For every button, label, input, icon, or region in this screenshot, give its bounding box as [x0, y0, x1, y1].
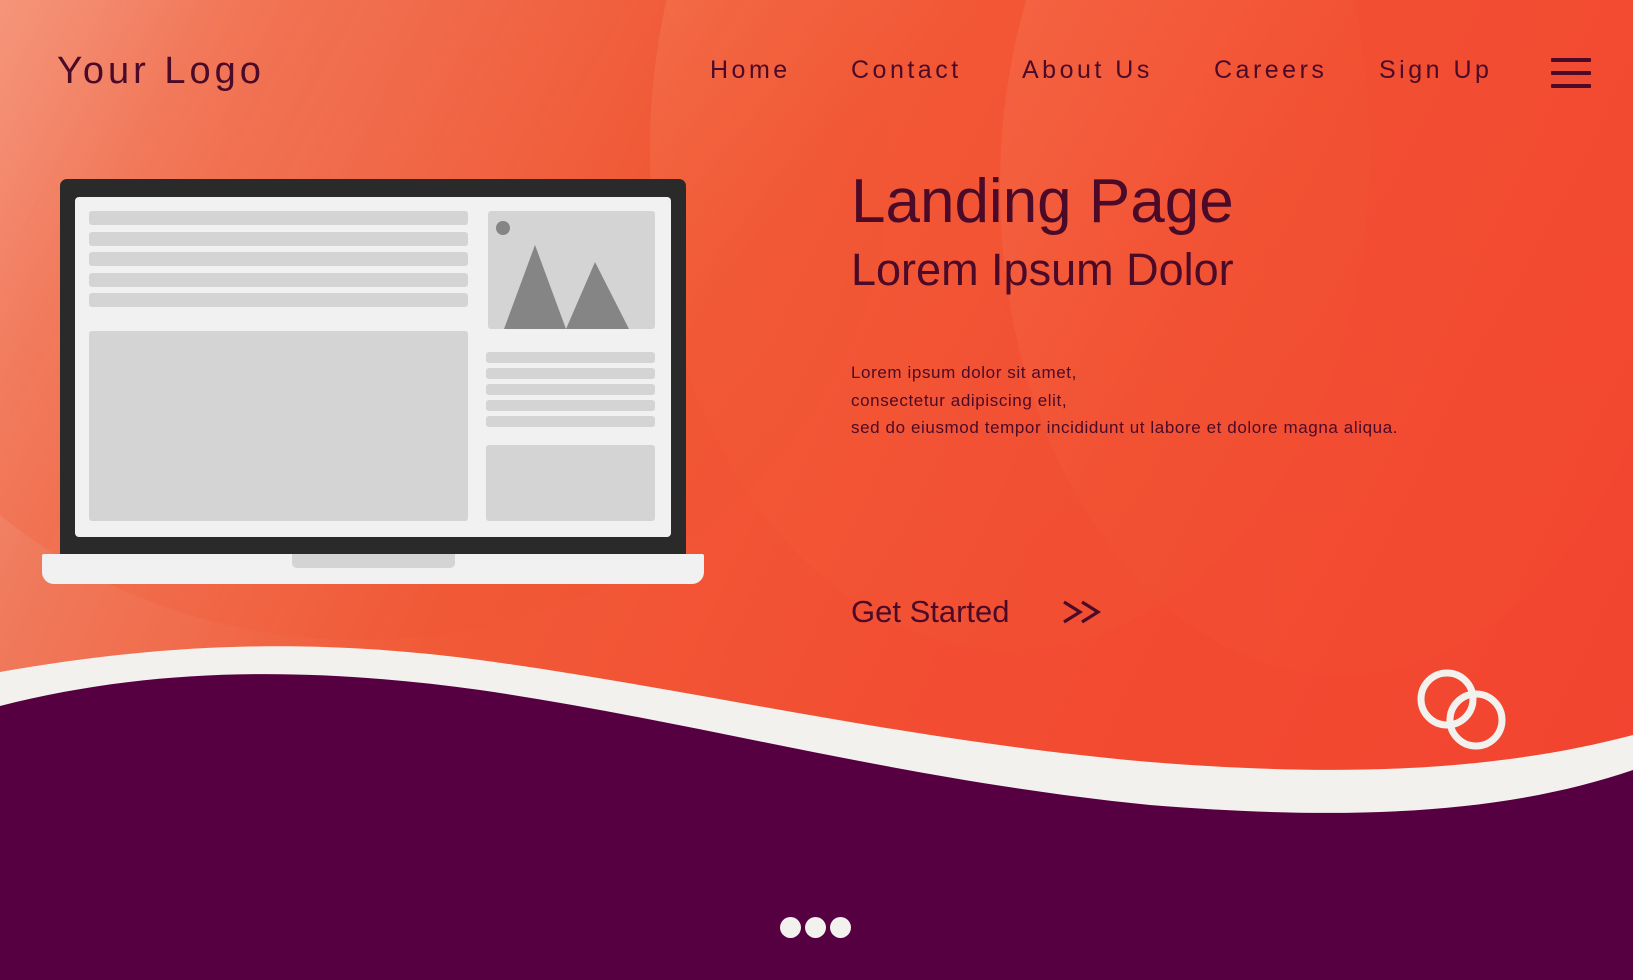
sun-shape — [496, 221, 510, 235]
laptop-lid — [60, 179, 686, 555]
text-line-placeholder — [486, 384, 655, 395]
hamburger-menu-icon[interactable] — [1551, 58, 1591, 90]
main-nav: Home Contact About Us Careers Sign Up — [0, 56, 1633, 96]
laptop-screen — [75, 197, 671, 537]
interlocking-rings-icon — [1417, 669, 1506, 750]
laptop-base — [42, 554, 704, 584]
pagination-dot[interactable] — [780, 917, 801, 938]
laptop-notch — [292, 554, 455, 568]
content-block-placeholder — [89, 331, 468, 521]
text-line-placeholder — [486, 352, 655, 363]
laptop-illustration — [42, 179, 704, 584]
text-line-placeholder — [89, 273, 468, 287]
mountain-shape — [566, 262, 629, 329]
pagination-dots — [780, 917, 851, 938]
nav-item-home[interactable]: Home — [710, 56, 791, 85]
text-line-placeholder — [89, 252, 468, 266]
hero-body: Lorem ipsum dolor sit amet, consectetur … — [851, 359, 1398, 442]
nav-item-sign-up[interactable]: Sign Up — [1379, 56, 1492, 85]
text-line-placeholder — [486, 416, 655, 427]
image-placeholder-graphic — [496, 221, 629, 329]
get-started-button[interactable]: Get Started — [851, 594, 1104, 630]
hamburger-line — [1551, 71, 1591, 75]
text-line-placeholder — [486, 368, 655, 379]
hero-subtitle: Lorem Ipsum Dolor — [851, 244, 1234, 295]
nav-item-about-us[interactable]: About Us — [1022, 56, 1153, 85]
mountain-shape — [504, 245, 566, 329]
double-chevron-right-icon — [1062, 600, 1101, 624]
nav-item-contact[interactable]: Contact — [851, 56, 962, 85]
hamburger-line — [1551, 84, 1591, 88]
pagination-dot[interactable] — [830, 917, 851, 938]
pagination-dot[interactable] — [805, 917, 826, 938]
content-block-placeholder — [486, 445, 655, 521]
hero-body-line: sed do eiusmod tempor incididunt ut labo… — [851, 418, 1399, 437]
text-line-placeholder — [486, 400, 655, 411]
image-placeholder-icon — [488, 211, 655, 329]
text-line-placeholder — [89, 293, 468, 307]
hero-title: Landing Page — [851, 167, 1234, 236]
text-line-placeholder — [89, 211, 468, 225]
hero-body-line: Lorem ipsum dolor sit amet, — [851, 363, 1077, 382]
hamburger-line — [1551, 58, 1591, 62]
hero-body-line: consectetur adipiscing elit, — [851, 390, 1068, 410]
text-line-placeholder — [89, 232, 468, 246]
nav-item-careers[interactable]: Careers — [1214, 56, 1327, 85]
get-started-label: Get Started — [851, 594, 1010, 629]
